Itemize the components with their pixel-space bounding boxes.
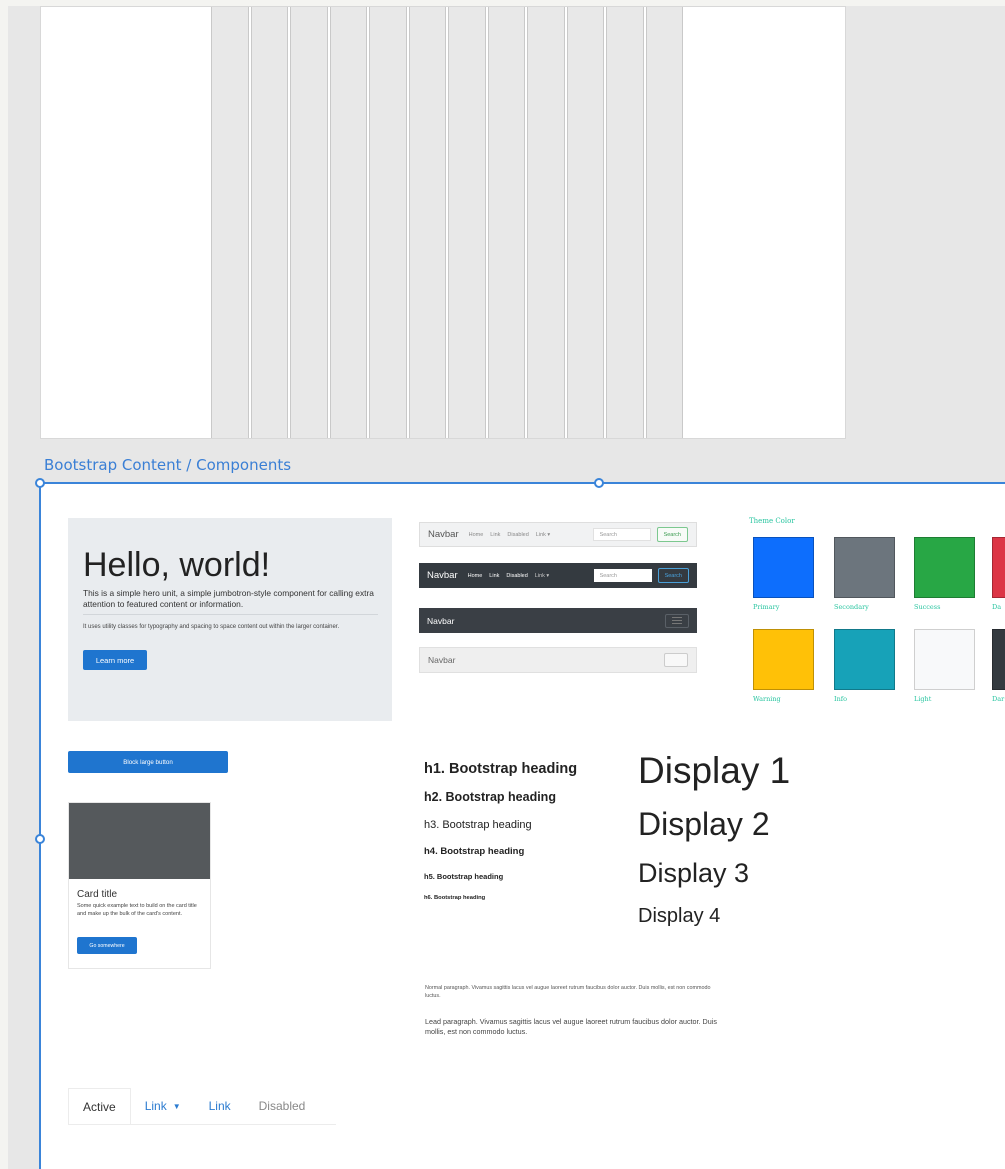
swatch-label: Dar [992, 695, 1005, 703]
selection-handle-top-left[interactable] [35, 478, 45, 488]
search-button[interactable]: Search [656, 527, 688, 542]
jumbotron-text: It uses utility classes for typography a… [83, 624, 340, 630]
card-text: Some quick example text to build on the … [77, 903, 197, 917]
grid-column [448, 7, 486, 438]
heading-h3: h3. Bootstrap heading [424, 819, 532, 831]
display-2: Display 2 [638, 806, 770, 842]
swatch-light[interactable] [914, 629, 975, 690]
selection-handle-top-middle[interactable] [594, 478, 604, 488]
swatch-label: Info [834, 695, 848, 703]
grid-column [527, 7, 565, 438]
go-somewhere-button[interactable]: Go somewhere [77, 937, 137, 954]
artboard-title[interactable]: Bootstrap Content / Components [44, 456, 291, 474]
grid-column [250, 7, 288, 438]
navbar-toggler-button[interactable] [664, 653, 688, 667]
learn-more-button[interactable]: Learn more [83, 650, 147, 670]
jumbotron-divider [83, 614, 378, 615]
swatch-secondary[interactable] [834, 537, 895, 598]
grid-artboard[interactable] [40, 6, 846, 439]
swatch-primary[interactable] [753, 537, 814, 598]
swatch-label: Light [914, 695, 932, 703]
navbar-brand[interactable]: Navbar [428, 529, 459, 540]
caret-down-icon: ▼ [172, 1101, 181, 1111]
grid-column [408, 7, 446, 438]
grid-columns [211, 7, 683, 438]
grid-column [329, 7, 367, 438]
heading-h4: h4. Bootstrap heading [424, 846, 525, 857]
nav-link[interactable]: Link [489, 573, 499, 579]
selection-handle-middle-left[interactable] [35, 834, 45, 844]
grid-column [290, 7, 328, 438]
card-image-placeholder [69, 803, 210, 879]
swatch-label: Warning [753, 695, 781, 703]
display-1: Display 1 [638, 750, 791, 791]
display-3: Display 3 [638, 858, 750, 888]
grid-column [606, 7, 644, 438]
nav-link-home[interactable]: Home [468, 573, 483, 579]
grid-column [645, 7, 683, 438]
swatch-label: Primary [753, 603, 780, 611]
nav-tabs: Active Link ▼ Link Disabled [68, 1088, 336, 1125]
navbar-brand[interactable]: Navbar [427, 570, 458, 581]
navbar-collapsed-dark: Navbar [419, 608, 697, 633]
jumbotron-lead: This is a simple hero unit, a simple jum… [83, 588, 374, 609]
swatch-warning[interactable] [753, 629, 814, 690]
grid-column [487, 7, 525, 438]
tab-active[interactable]: Active [68, 1088, 131, 1124]
display-4: Display 4 [638, 905, 721, 927]
navbar-light: Navbar Home Link Disabled Link ▾ Search … [419, 522, 697, 547]
tab-link[interactable]: Link [195, 1088, 245, 1124]
jumbotron-heading: Hello, world! [83, 546, 271, 584]
heading-h6: h6. Bootstrap heading [424, 895, 486, 901]
heading-h1: h1. Bootstrap heading [424, 761, 578, 777]
nav-link-disabled: Disabled [507, 531, 529, 538]
nav-link-dropdown[interactable]: Link ▾ [535, 573, 549, 579]
swatch-label: Secondary [834, 603, 869, 611]
hamburger-menu-icon[interactable] [665, 613, 689, 628]
tab-disabled: Disabled [258, 1099, 306, 1113]
components-artboard[interactable]: Hello, world! This is a simple hero unit… [41, 484, 1005, 1169]
nav-link[interactable]: Link [490, 532, 500, 538]
swatch-label: Success [914, 603, 941, 611]
swatch-info[interactable] [834, 629, 895, 690]
swatch-da[interactable] [992, 537, 1005, 598]
heading-h2: h2. Bootstrap heading [424, 790, 556, 804]
search-input[interactable]: Search [592, 528, 651, 541]
card-title: Card title [77, 889, 118, 900]
nav-link-home[interactable]: Home [469, 532, 484, 538]
block-large-button[interactable]: Block large button [68, 751, 228, 773]
theme-color-title: Theme Color [749, 517, 795, 525]
search-input[interactable]: Search [593, 569, 652, 582]
navbar-collapsed-light: Navbar [419, 647, 697, 673]
swatch-dar[interactable] [992, 629, 1005, 690]
navbar-brand[interactable]: Navbar [427, 616, 454, 626]
normal-paragraph: Normal paragraph. Vivamus sagittis lacus… [425, 985, 711, 999]
nav-link-disabled: Disabled [506, 572, 528, 579]
heading-h5: h5. Bootstrap heading [424, 872, 504, 881]
lead-paragraph: Lead paragraph. Vivamus sagittis lacus v… [425, 1017, 717, 1036]
tab-link-dropdown[interactable]: Link ▼ [131, 1088, 195, 1124]
swatch-success[interactable] [914, 537, 975, 598]
navbar-dark: Navbar Home Link Disabled Link ▾ Search … [419, 563, 697, 588]
grid-column [211, 7, 249, 438]
nav-link-dropdown[interactable]: Link ▾ [536, 532, 550, 538]
navbar-brand[interactable]: Navbar [428, 655, 455, 665]
grid-column [369, 7, 407, 438]
jumbotron: Hello, world! This is a simple hero unit… [68, 518, 392, 721]
tab-link-dropdown-label: Link [144, 1099, 167, 1113]
search-button[interactable]: Search [657, 568, 689, 583]
card: Card title Some quick example text to bu… [68, 802, 211, 969]
grid-column [566, 7, 604, 438]
swatch-label: Da [992, 603, 1002, 611]
